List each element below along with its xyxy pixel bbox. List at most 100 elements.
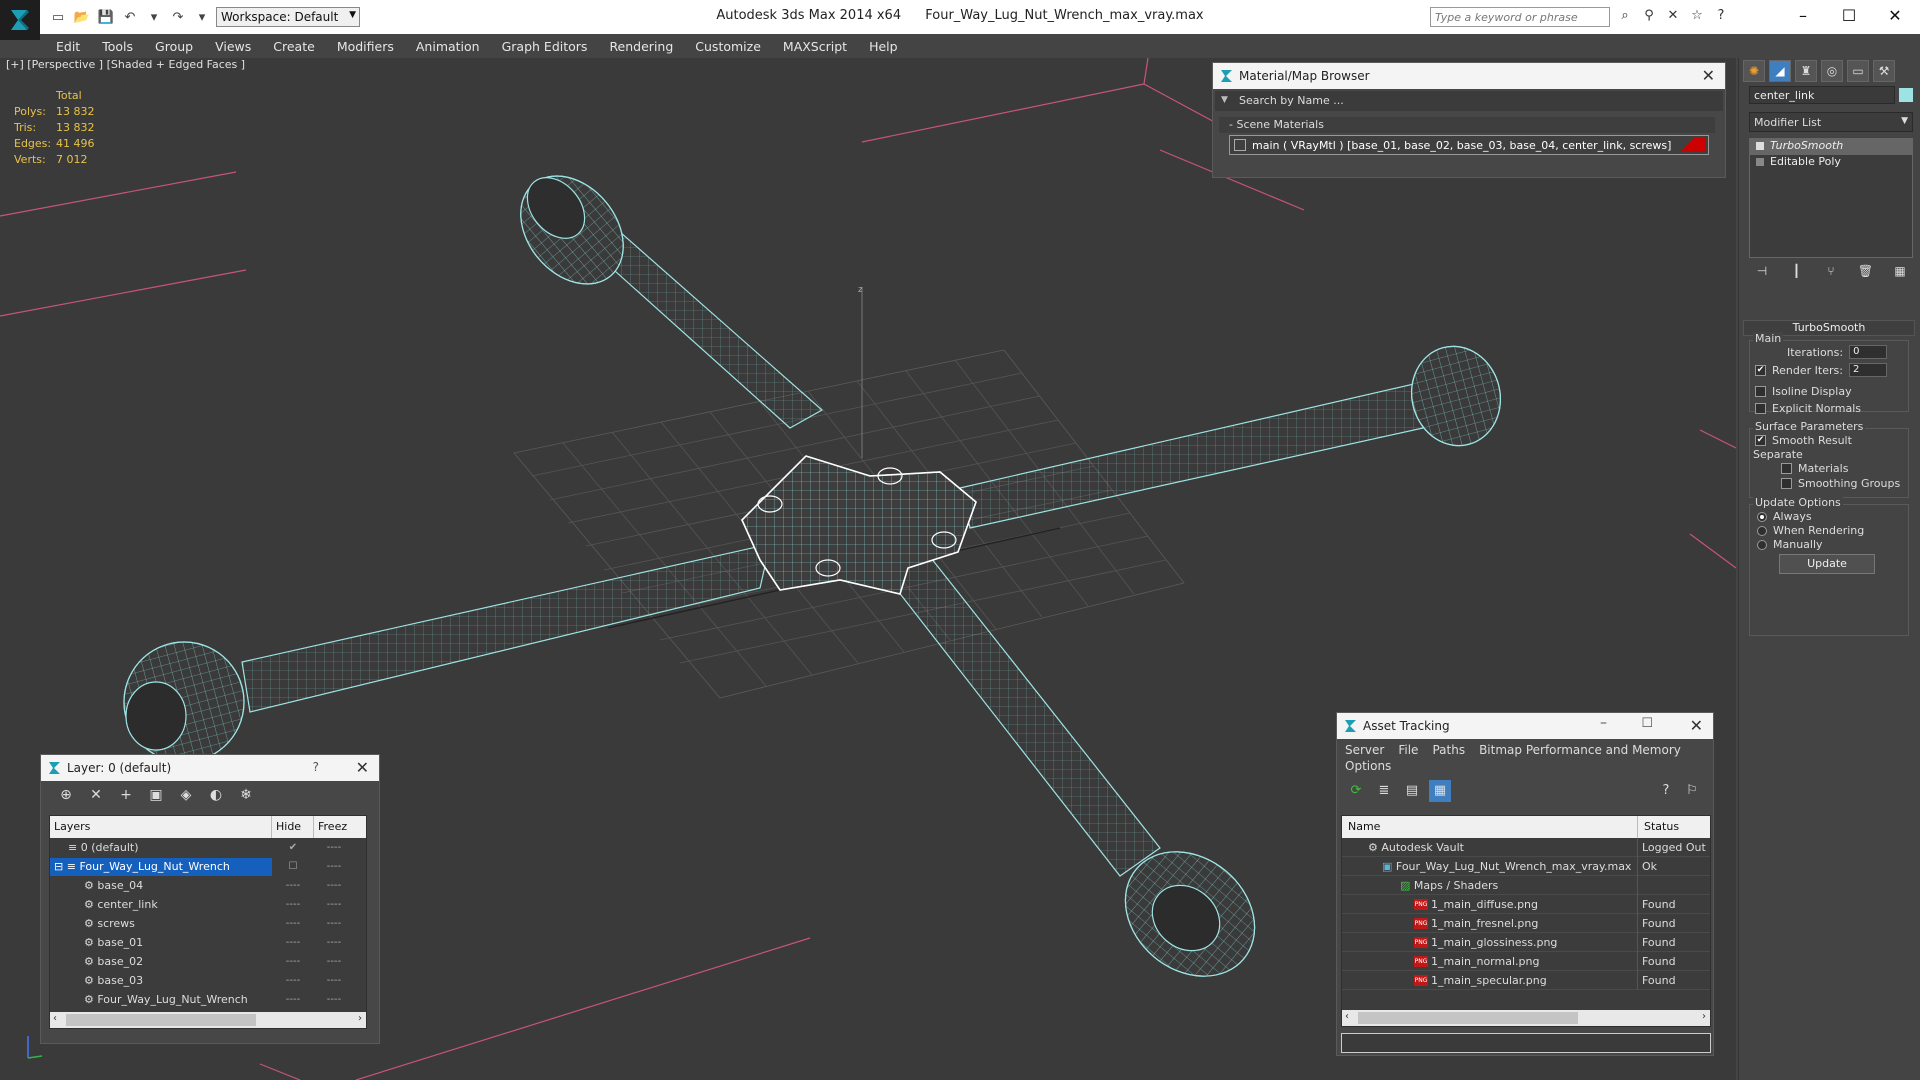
close-icon[interactable]: ✕ — [1702, 66, 1715, 85]
refresh-icon[interactable]: ⟳ — [1345, 780, 1367, 802]
menu-rendering[interactable]: Rendering — [609, 39, 673, 54]
save-icon[interactable]: 💾 — [96, 8, 116, 26]
menu-options[interactable]: Options — [1345, 759, 1391, 773]
column-status[interactable]: Status — [1638, 816, 1710, 838]
display-tab-icon[interactable]: ▭ — [1847, 60, 1869, 82]
motion-tab-icon[interactable]: ◎ — [1821, 60, 1843, 82]
render-iters-checkbox[interactable]: ✔ — [1755, 364, 1766, 376]
update-button[interactable]: Update — [1779, 554, 1875, 574]
asset-row[interactable]: PNG 1_main_normal.png Found — [1342, 951, 1710, 971]
column-layers[interactable]: Layers — [50, 816, 272, 838]
layer-row[interactable]: ⊟ ≡ Four_Way_Lug_Nut_Wrench ☐ ---- — [50, 857, 366, 876]
layer-list[interactable]: Layers Hide Freez ≡ 0 (default) ✔ ---- ⊟ … — [49, 815, 367, 1029]
scroll-left-icon[interactable]: ‹ — [1345, 1011, 1349, 1022]
modifier-list-dropdown[interactable]: Modifier List ▼ — [1749, 112, 1913, 132]
freeze-toggle[interactable]: ---- — [314, 842, 354, 853]
menu-file[interactable]: File — [1398, 743, 1418, 757]
binoculars-icon[interactable]: ⌕ — [1616, 8, 1634, 26]
freeze-toggle[interactable]: ---- — [314, 937, 354, 948]
scroll-right-icon[interactable]: › — [1702, 1011, 1706, 1022]
lightbulb-icon[interactable] — [1756, 142, 1764, 150]
open-file-icon[interactable]: 📂 — [72, 8, 92, 26]
undo-dropdown-icon[interactable]: ▾ — [144, 8, 164, 26]
freeze-toggle[interactable]: ---- — [314, 918, 354, 929]
pin-stack-icon[interactable]: ⊣ — [1753, 264, 1771, 282]
scene-materials-section[interactable]: - Scene Materials — [1219, 117, 1715, 133]
horizontal-scrollbar[interactable]: ‹ › — [1342, 1010, 1710, 1026]
add-to-layer-icon[interactable]: + — [115, 784, 137, 806]
stack-item-turbosmooth[interactable]: TurboSmooth — [1750, 139, 1912, 155]
hide-toggle[interactable]: ---- — [272, 918, 314, 929]
redo-icon[interactable]: ↷ — [168, 8, 188, 26]
maximize-button[interactable]: ☐ — [1826, 4, 1872, 30]
object-name-field[interactable]: center_link — [1749, 86, 1895, 104]
asset-row[interactable]: PNG 1_main_diffuse.png Found — [1342, 894, 1710, 914]
hide-toggle[interactable]: ---- — [272, 975, 314, 986]
undo-icon[interactable]: ↶ — [120, 8, 140, 26]
minimize-button[interactable]: – — [1600, 715, 1607, 731]
menu-views[interactable]: Views — [215, 39, 251, 54]
favorites-star-icon[interactable]: ☆ — [1688, 8, 1706, 26]
scroll-thumb[interactable] — [66, 1014, 256, 1026]
asset-row[interactable]: PNG 1_main_glossiness.png Found — [1342, 932, 1710, 952]
help-search-input[interactable]: Type a keyword or phrase — [1430, 7, 1610, 27]
menu-edit[interactable]: Edit — [56, 39, 80, 54]
scroll-thumb[interactable] — [1358, 1012, 1578, 1024]
menu-graph-editors[interactable]: Graph Editors — [502, 39, 588, 54]
create-tab-icon[interactable]: ✺ — [1743, 60, 1765, 82]
layer-row[interactable]: ⚙ center_link ---- ---- — [50, 895, 366, 914]
communication-icon[interactable]: ✕ — [1664, 8, 1682, 26]
layer-manager-titlebar[interactable]: Layer: 0 (default) ? ✕ — [41, 755, 379, 781]
asset-row[interactable]: ▨ Maps / Shaders — [1342, 875, 1710, 895]
menu-server[interactable]: Server — [1345, 743, 1384, 757]
manually-radio[interactable] — [1757, 539, 1767, 550]
list-view-icon[interactable]: ≣ — [1373, 780, 1395, 802]
materials-checkbox[interactable] — [1781, 463, 1792, 474]
active-check-icon[interactable]: ✔ — [272, 842, 314, 853]
layer-row[interactable]: ⚙ base_02 ---- ---- — [50, 952, 366, 971]
layer-row[interactable]: ⚙ base_04 ---- ---- — [50, 876, 366, 895]
close-button[interactable]: ✕ — [1872, 4, 1918, 30]
maximize-button[interactable]: ☐ — [1641, 716, 1653, 731]
always-radio[interactable] — [1757, 511, 1767, 522]
subscription-icon[interactable]: ⚲ — [1640, 8, 1658, 26]
freeze-toggle[interactable]: ---- — [314, 861, 354, 872]
menu-bitmap-performance[interactable]: Bitmap Performance and Memory — [1479, 743, 1681, 757]
material-item[interactable]: main ( VRayMtl ) [base_01, base_02, base… — [1229, 135, 1709, 155]
help-icon[interactable]: ? — [1655, 780, 1677, 802]
remove-modifier-icon[interactable]: 🗑 — [1857, 264, 1875, 282]
material-search-input[interactable]: ▼ Search by Name ... — [1215, 91, 1723, 111]
column-name[interactable]: Name — [1342, 816, 1638, 838]
new-file-icon[interactable]: ▭ — [48, 8, 68, 26]
isoline-checkbox[interactable] — [1755, 386, 1766, 397]
object-color-swatch[interactable] — [1899, 88, 1913, 102]
column-freeze[interactable]: Freez — [314, 816, 354, 838]
layer-row[interactable]: ⚙ base_01 ---- ---- — [50, 933, 366, 952]
select-objects-icon[interactable]: ▣ — [145, 784, 167, 806]
hide-toggle[interactable]: ---- — [272, 899, 314, 910]
help-button[interactable]: ? — [313, 760, 319, 774]
column-hide[interactable]: Hide — [272, 816, 314, 838]
utilities-tab-icon[interactable]: ⚒ — [1873, 60, 1895, 82]
explicit-normals-checkbox[interactable] — [1755, 403, 1766, 414]
scroll-left-icon[interactable]: ‹ — [53, 1013, 57, 1024]
close-icon[interactable]: ✕ — [356, 758, 369, 777]
scroll-right-icon[interactable]: › — [358, 1013, 362, 1024]
freeze-toggle[interactable]: ---- — [314, 975, 354, 986]
hide-toggle[interactable]: ---- — [272, 994, 314, 1005]
close-icon[interactable]: ✕ — [1690, 716, 1703, 735]
when-rendering-radio[interactable] — [1757, 525, 1767, 536]
make-unique-icon[interactable]: ⑂ — [1822, 264, 1840, 282]
menu-create[interactable]: Create — [273, 39, 315, 54]
create-layer-icon[interactable]: ⊕ — [55, 784, 77, 806]
help-icon[interactable]: ? — [1712, 8, 1730, 26]
hide-toggle[interactable]: ☐ — [272, 861, 314, 872]
viewport-label[interactable]: [+] [Perspective ] [Shaded + Edged Faces… — [6, 58, 245, 71]
stack-item-editable-poly[interactable]: Editable Poly — [1750, 155, 1912, 171]
freeze-toggle[interactable]: ---- — [314, 994, 354, 1005]
app-logo-icon[interactable] — [0, 0, 40, 40]
show-end-result-icon[interactable]: ┃ — [1788, 264, 1806, 282]
material-browser-titlebar[interactable]: Material/Map Browser ✕ — [1213, 63, 1725, 89]
asset-list[interactable]: Name Status ⚙ Autodesk Vault Logged Out … — [1341, 815, 1711, 1027]
layer-row[interactable]: ≡ 0 (default) ✔ ---- — [50, 838, 366, 857]
